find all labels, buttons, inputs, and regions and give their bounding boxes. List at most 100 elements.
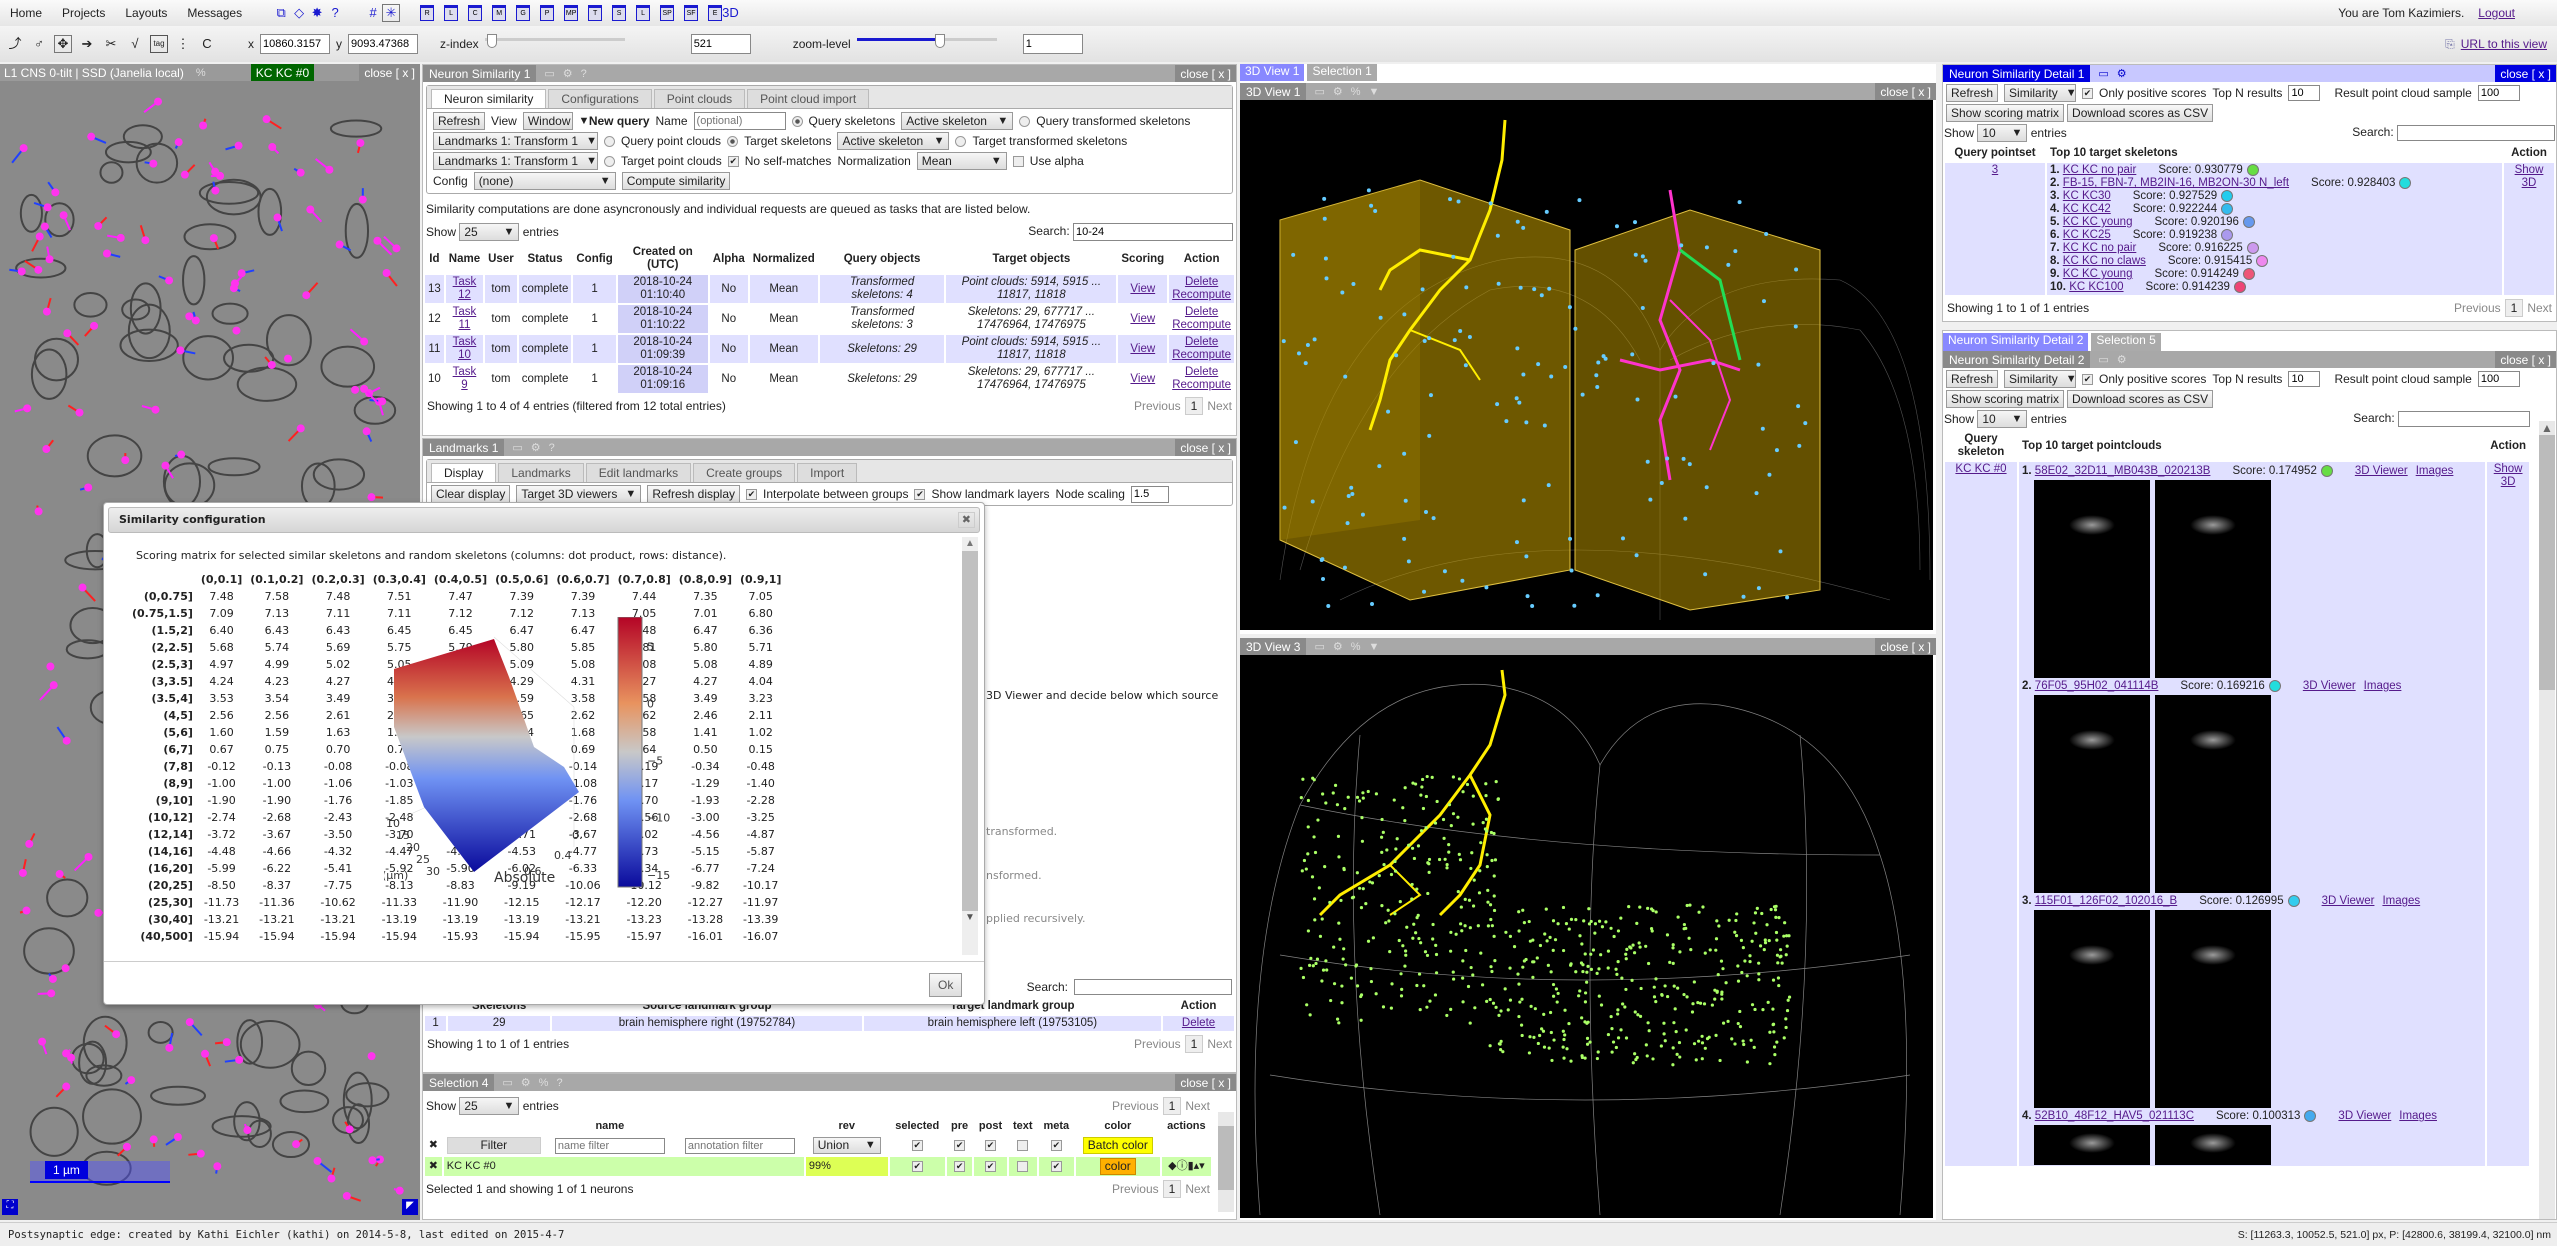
task-link[interactable]: Task 10	[445, 335, 484, 363]
all-meta-checkbox[interactable]: ✔	[1050, 1139, 1062, 1151]
search-input[interactable]	[2397, 125, 2555, 141]
help-icon[interactable]: ?	[549, 441, 555, 455]
brain-image[interactable]	[2155, 480, 2271, 679]
interpolate-checkbox[interactable]: ✔	[746, 488, 758, 500]
tab-selection-1[interactable]: Selection 1	[1307, 64, 1377, 81]
tab-landmarks[interactable]: Landmarks	[498, 463, 584, 482]
result-link[interactable]: KC KC young	[2063, 216, 2133, 228]
batch-color-button[interactable]: Batch color	[1082, 1137, 1153, 1154]
close-button[interactable]: close [ x ]	[1175, 439, 1236, 456]
select-all-checkbox[interactable]: ✔	[911, 1139, 923, 1151]
view-link[interactable]: View	[1118, 275, 1168, 303]
show-layers-checkbox[interactable]: ✔	[914, 488, 926, 500]
page-1[interactable]: 1	[1184, 397, 1204, 415]
annotation-filter-input[interactable]	[684, 1137, 795, 1154]
col-header[interactable]: Scoring	[1118, 245, 1167, 273]
pre-checkbox[interactable]: ✔	[954, 1160, 966, 1172]
page-size-select[interactable]: 25	[459, 1097, 520, 1115]
tracing-tool-icon[interactable]: ✳	[382, 4, 401, 22]
window-icon[interactable]: ▭	[1314, 85, 1324, 99]
join-icon[interactable]: ⤴	[6, 35, 24, 53]
delete-link[interactable]: Delete	[1182, 1017, 1215, 1029]
task-link-text[interactable]: Task 10	[453, 336, 477, 361]
col-query[interactable]: Query pointset	[1945, 146, 2045, 161]
filter-icon[interactable]: ▼	[1369, 85, 1380, 99]
help-icon[interactable]: ?	[581, 67, 587, 81]
view-link[interactable]: View	[1118, 335, 1168, 363]
target-skeletons-radio[interactable]	[727, 135, 739, 147]
recompute-link[interactable]: Recompute	[1172, 319, 1231, 331]
sqrt-icon[interactable]: √	[126, 35, 144, 53]
resize-handle-icon[interactable]: ◤	[402, 1199, 418, 1215]
target-transform-select[interactable]: Landmarks 1: Transform 1	[433, 152, 598, 170]
page-1[interactable]: 1	[1162, 1180, 1182, 1198]
page-size-select[interactable]: 25	[459, 223, 520, 241]
tab-point-clouds[interactable]: Point clouds	[653, 89, 746, 108]
task-link-text[interactable]: Task 9	[453, 366, 477, 391]
col-header[interactable]: Target objects	[946, 245, 1116, 273]
union-select[interactable]: Union	[812, 1137, 881, 1154]
window-icon[interactable]: ▭	[512, 441, 522, 455]
window-icon[interactable]: ▭	[1314, 640, 1324, 654]
reroot-icon[interactable]: ♂	[30, 35, 48, 53]
tool-c-icon[interactable]: C	[468, 5, 483, 21]
close-button[interactable]: close [ x ]	[1875, 638, 1936, 655]
refresh-button[interactable]: Refresh	[1946, 370, 1999, 388]
show-scoring-matrix-button[interactable]: Show scoring matrix	[1946, 104, 2065, 122]
only-positive-checkbox[interactable]: ✔	[2082, 87, 2094, 99]
brain-image[interactable]	[2034, 1125, 2150, 1166]
gear-icon[interactable]: ⚙	[1333, 640, 1343, 654]
view-link[interactable]: View	[1118, 365, 1167, 393]
show-3d-link[interactable]: Show 3D	[2515, 164, 2544, 189]
brain-image[interactable]	[2034, 695, 2150, 894]
close-stack-button[interactable]: close [ x ]	[359, 64, 420, 81]
meta-checkbox[interactable]: ✔	[1050, 1160, 1062, 1172]
scroll-up-icon[interactable]: ▲	[2539, 421, 2555, 435]
remove-all-icon[interactable]: ✖	[425, 1136, 442, 1155]
mode-select[interactable]: Similarity	[2004, 370, 2077, 388]
result-link[interactable]: KC KC25	[2063, 229, 2111, 241]
tab-detail-2[interactable]: Neuron Similarity Detail 2	[1943, 333, 2089, 351]
normalization-select[interactable]: Mean	[916, 152, 1007, 170]
window-icon[interactable]: ▭	[502, 1076, 512, 1090]
top-n-input[interactable]	[2288, 371, 2321, 387]
view-link-text[interactable]: View	[1130, 373, 1155, 385]
col-header[interactable]: Query objects	[820, 245, 945, 273]
view-link-text[interactable]: View	[1130, 283, 1155, 295]
result-link[interactable]: KC KC no pair	[2063, 164, 2137, 176]
query-transform-select[interactable]: Landmarks 1: Transform 1	[433, 132, 598, 150]
all-post-checkbox[interactable]: ✔	[985, 1139, 996, 1151]
col-header[interactable]: Id	[425, 245, 444, 273]
tab-point-cloud-import[interactable]: Point cloud import	[747, 89, 870, 108]
gear-icon[interactable]: ⚙	[531, 441, 541, 455]
page-1[interactable]: 1	[1184, 1035, 1204, 1053]
col-name[interactable]: name	[546, 1119, 674, 1134]
link-icon[interactable]: %	[539, 1076, 549, 1090]
tab-import[interactable]: Import	[797, 463, 858, 482]
split-icon[interactable]: ✂	[102, 35, 120, 53]
query-point-clouds-radio[interactable]	[604, 135, 615, 147]
3d-viewer-icon[interactable]: 3D	[722, 4, 739, 22]
previous-page[interactable]: Previous	[1134, 1037, 1181, 1051]
show-scoring-matrix-button[interactable]: Show scoring matrix	[1946, 390, 2065, 408]
link-icon[interactable]: %	[196, 66, 206, 80]
tab-create-groups[interactable]: Create groups	[693, 463, 796, 482]
col-header[interactable]: Name	[446, 245, 483, 273]
col-header[interactable]: Action	[1163, 999, 1234, 1014]
zoom-level-slider[interactable]	[856, 34, 997, 54]
x-coordinate-input[interactable]	[260, 34, 330, 54]
top-n-input[interactable]	[2288, 85, 2321, 101]
task-link[interactable]: Task 11	[446, 305, 483, 333]
next-page[interactable]: Next	[2527, 301, 2552, 315]
z-index-input[interactable]	[690, 34, 751, 54]
gear-icon[interactable]: ⚙	[563, 67, 573, 81]
tool-l-icon[interactable]: L	[636, 5, 651, 21]
tab-edit-landmarks[interactable]: Edit landmarks	[585, 463, 692, 482]
move-icon[interactable]: ✥	[54, 35, 72, 53]
next-page[interactable]: Next	[1185, 1182, 1210, 1196]
3d-viewer-link[interactable]: 3D Viewer	[2303, 680, 2356, 692]
gear-icon[interactable]: ⚙	[1333, 85, 1343, 99]
mode-select[interactable]: Similarity	[2004, 84, 2077, 102]
result-link[interactable]: KC KC42	[2063, 203, 2111, 215]
refresh-display-button[interactable]: Refresh display	[647, 485, 741, 503]
